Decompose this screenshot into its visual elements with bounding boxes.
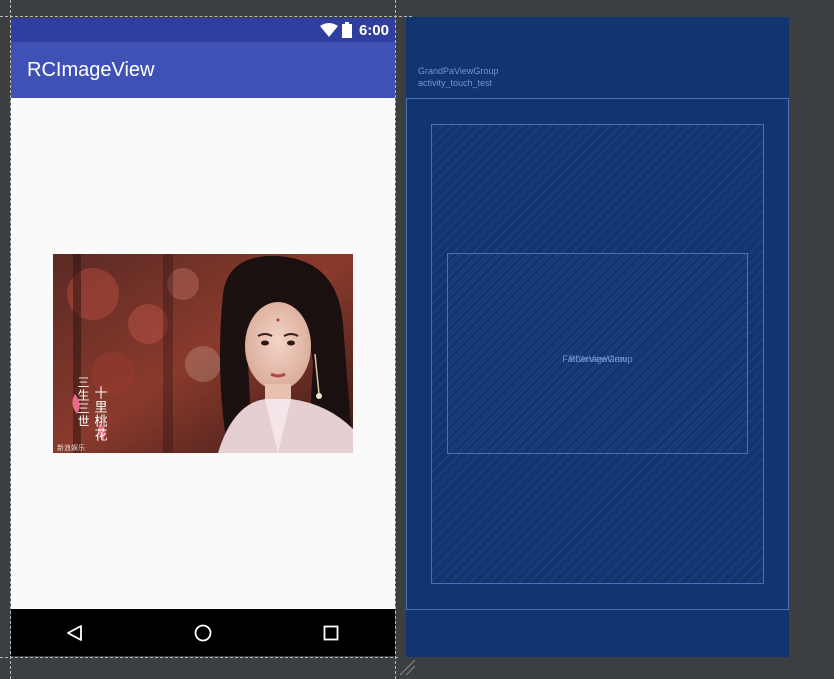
calligraphy-right: 十里桃花 [92,386,108,442]
recents-square-icon[interactable] [311,613,351,653]
rc-image-view[interactable]: 三生三世 十里桃花 新浪娱乐 [53,254,353,453]
blueprint-rc-image-view[interactable]: FatherViewGroup RCImageView [447,253,748,454]
wifi-icon [319,23,338,37]
navigation-bar [11,609,395,656]
design-preview[interactable]: 6:00 RCImageView 三生三世 十里桃花 新浪娱乐 [11,18,395,656]
home-circle-icon[interactable] [183,613,223,653]
layout-editor-canvas: 6:00 RCImageView 三生三世 十里桃花 新浪娱乐 GrandPaV… [0,0,834,679]
calligraphy-left: 三生三世 [76,376,90,428]
back-triangle-icon[interactable] [55,613,95,653]
app-bar: RCImageView [11,42,395,98]
status-bar: 6:00 [11,18,395,42]
blueprint-root-id: activity_touch_test [418,78,493,88]
resize-handle-icon[interactable] [396,656,416,679]
blueprint-root-left-edge [406,98,407,609]
selection-guide-right [395,0,396,679]
blueprint-root-label: GrandPaViewGroup [418,66,499,76]
blueprint-view[interactable]: GrandPaViewGroup activity_touch_test Fat… [406,17,789,657]
blueprint-root-top-edge [406,98,789,99]
image-watermark: 新浪娱乐 [57,443,85,452]
app-title: RCImageView [27,58,155,81]
selection-guide-top [0,16,412,17]
status-time: 6:00 [358,21,389,39]
battery-icon [341,22,352,38]
selection-guide-bottom [0,657,398,658]
blueprint-root-right-edge [788,98,789,609]
blueprint-root-bottom-edge [406,609,789,610]
blueprint-image-label: RCImageView [568,353,627,364]
content-area: 三生三世 十里桃花 新浪娱乐 [11,98,395,609]
